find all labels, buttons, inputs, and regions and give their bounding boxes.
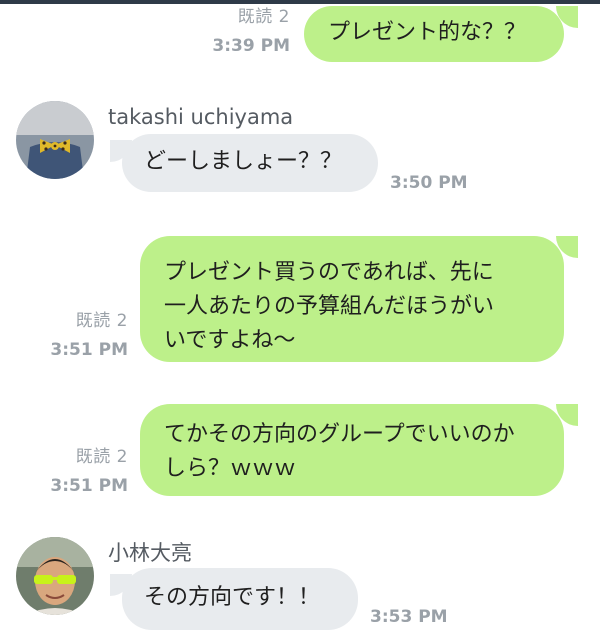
avatar-kobayashi-icon [16, 537, 94, 615]
message-time: 3:51 PM [50, 476, 128, 496]
message-meta: 既読 2 3:39 PM [190, 6, 290, 57]
message-text: プレゼント的な？？ [328, 20, 527, 45]
avatar[interactable] [16, 101, 94, 179]
message-time: 3:50 PM [390, 173, 468, 193]
message-bubble-incoming[interactable]: どーしましょー？？ [122, 134, 378, 192]
message-line: 一人あたりの予算組んだほうがい [164, 294, 495, 319]
message-time: 3:53 PM [370, 607, 448, 627]
avatar-takashi-icon [16, 101, 94, 179]
message-bubble-outgoing[interactable]: てかその方向のグループでいいのか しら？ｗｗｗ [140, 404, 564, 496]
message-time: 3:51 PM [50, 340, 128, 360]
message-bubble-incoming[interactable]: その方向です！！ [122, 568, 358, 630]
message-meta: 既読 2 3:51 PM [30, 310, 128, 361]
message-bubble-outgoing[interactable]: プレゼント的な？？ [304, 6, 564, 62]
message-meta: 既読 2 3:51 PM [30, 446, 128, 497]
message-text: どーしましょー？？ [144, 149, 343, 174]
message-line: プレゼント買うのであれば、先に [164, 260, 494, 285]
chat-log[interactable]: 既読 2 3:39 PM プレゼント的な？？ takashi uchiyama … [0, 0, 600, 644]
message-line: いですよね〜 [164, 328, 296, 353]
message-bubble-outgoing[interactable]: プレゼント買うのであれば、先に 一人あたりの予算組んだほうがい いですよね〜 [140, 236, 564, 362]
message-line: てかその方向のグループでいいのか [164, 422, 515, 447]
read-receipt: 既読 2 [75, 447, 128, 467]
sender-name: 小林大亮 [108, 541, 192, 565]
avatar[interactable] [16, 537, 94, 615]
read-receipt: 既読 2 [237, 7, 290, 27]
message-time: 3:39 PM [212, 36, 290, 56]
sender-name: takashi uchiyama [108, 105, 294, 129]
message-line: しら？ｗｗｗ [164, 456, 297, 481]
message-text: その方向です！！ [144, 585, 321, 610]
read-receipt: 既読 2 [75, 311, 128, 331]
